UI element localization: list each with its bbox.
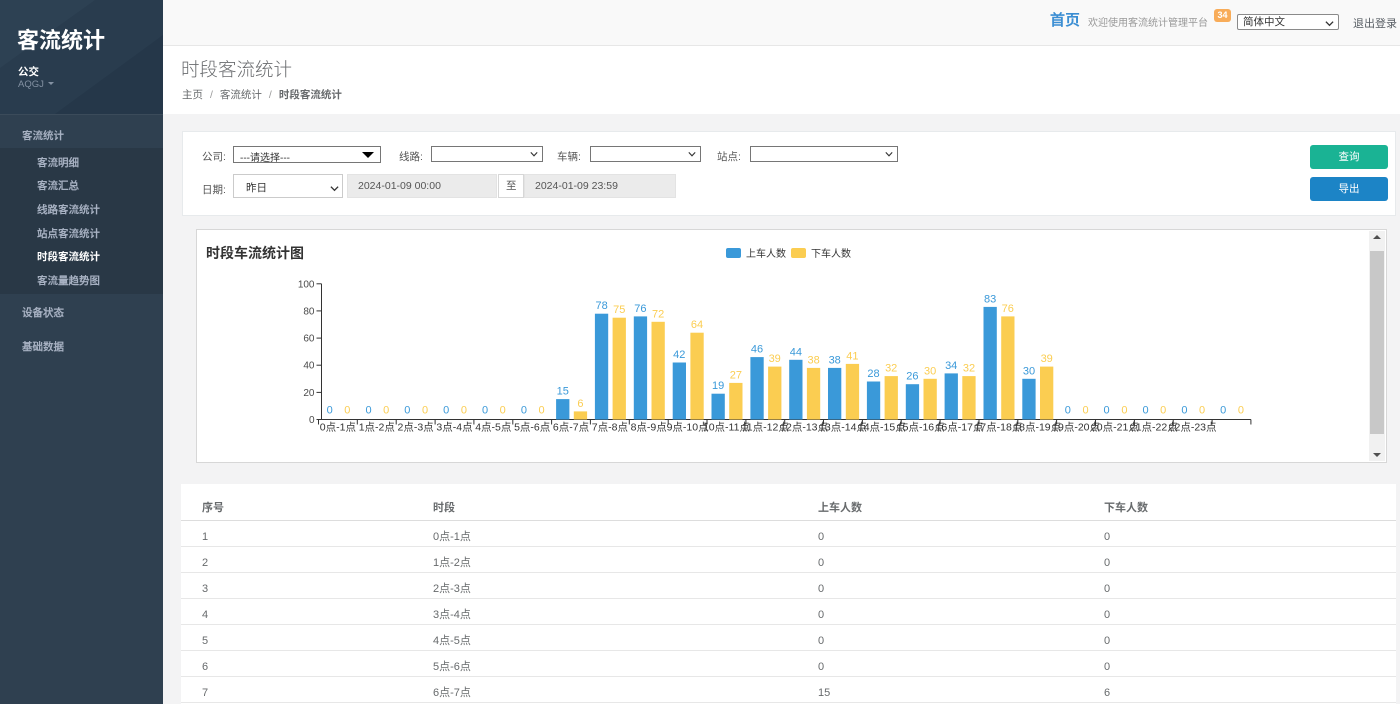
svg-text:0: 0 [521,405,527,417]
svg-text:0: 0 [1181,405,1187,417]
svg-text:42: 42 [673,349,685,361]
svg-text:0: 0 [1220,405,1226,417]
svg-text:0: 0 [404,405,410,417]
svg-text:80: 80 [303,306,315,317]
svg-text:4点-5点: 4点-5点 [475,422,511,434]
svg-text:3点-4点: 3点-4点 [436,422,472,434]
svg-text:0: 0 [461,405,467,417]
svg-text:0点-1点: 0点-1点 [320,422,356,434]
svg-text:38: 38 [829,354,841,366]
svg-text:46: 46 [751,344,763,356]
svg-text:0: 0 [1082,405,1088,417]
svg-text:2点-3点: 2点-3点 [398,422,434,434]
svg-text:0: 0 [500,405,506,417]
svg-text:0: 0 [309,415,315,426]
svg-text:0: 0 [1121,405,1127,417]
svg-text:76: 76 [1002,303,1014,315]
svg-text:41: 41 [846,350,858,362]
svg-text:26: 26 [906,371,918,383]
svg-text:38: 38 [807,354,819,366]
svg-text:32: 32 [885,363,897,375]
svg-text:78: 78 [595,300,607,312]
svg-text:32: 32 [963,363,975,375]
svg-text:76: 76 [634,303,646,315]
svg-text:6: 6 [577,398,583,410]
svg-text:28: 28 [867,368,879,380]
svg-text:0: 0 [344,405,350,417]
svg-text:0: 0 [1065,405,1071,417]
svg-text:20: 20 [303,388,315,399]
svg-text:7点-8点: 7点-8点 [592,422,628,434]
svg-text:100: 100 [298,279,315,290]
svg-text:39: 39 [769,353,781,365]
svg-text:30: 30 [924,365,936,377]
svg-text:0: 0 [1199,405,1205,417]
svg-text:0: 0 [1104,405,1110,417]
svg-text:0: 0 [482,405,488,417]
svg-text:30: 30 [1023,365,1035,377]
svg-text:22点-23点: 22点-23点 [1169,422,1217,434]
svg-text:83: 83 [984,293,996,305]
svg-text:0: 0 [365,405,371,417]
svg-text:75: 75 [613,304,625,316]
svg-text:44: 44 [790,346,802,358]
svg-text:19: 19 [712,380,724,392]
svg-text:15: 15 [557,386,569,398]
svg-text:8点-9点: 8点-9点 [631,422,667,434]
svg-text:34: 34 [945,360,957,372]
svg-text:0: 0 [1142,405,1148,417]
svg-text:6点-7点: 6点-7点 [553,422,589,434]
svg-text:0: 0 [383,405,389,417]
svg-text:64: 64 [691,319,703,331]
svg-text:0: 0 [327,405,333,417]
svg-text:40: 40 [303,361,315,372]
svg-text:0: 0 [443,405,449,417]
svg-text:0: 0 [1238,405,1244,417]
svg-text:60: 60 [303,334,315,345]
svg-text:0: 0 [1160,405,1166,417]
svg-text:5点-6点: 5点-6点 [514,422,550,434]
svg-text:72: 72 [652,308,664,320]
svg-text:0: 0 [422,405,428,417]
svg-text:0: 0 [539,405,545,417]
svg-text:1点-2点: 1点-2点 [359,422,395,434]
svg-text:27: 27 [730,369,742,381]
svg-text:39: 39 [1041,353,1053,365]
